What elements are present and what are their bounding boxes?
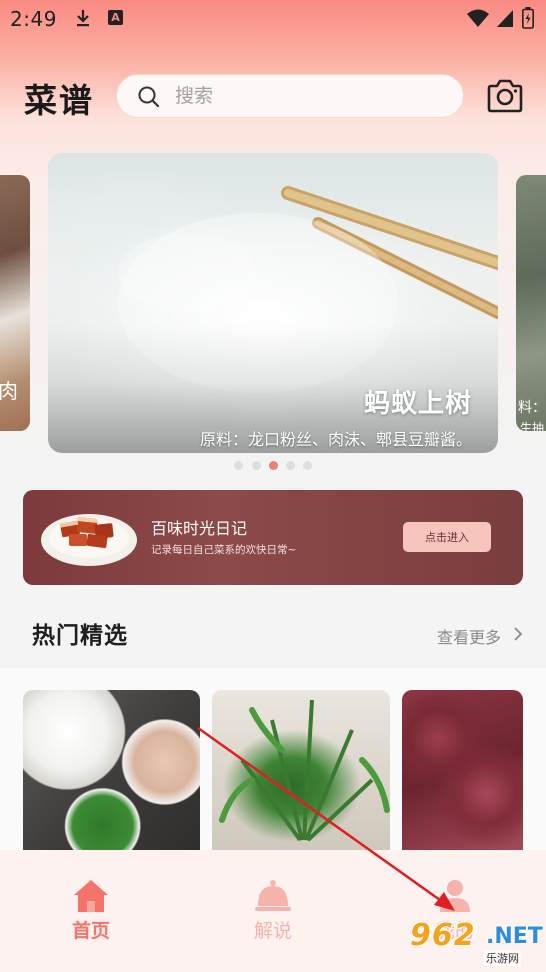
braised-pork-plate-image	[41, 514, 137, 566]
diary-enter-button[interactable]: 点击进入	[403, 522, 491, 552]
section-title-hot-picks: 热门精选	[32, 623, 128, 649]
carousel-dot	[303, 461, 312, 470]
card-title: 蚂蚁上树	[363, 389, 472, 419]
carousel-current-card[interactable]: 蚂蚁上树 原料：龙口粉丝、肉沫、郫县豆瓣酱。	[48, 153, 498, 453]
carousel-dot-active	[269, 461, 278, 470]
search-bar[interactable]	[116, 74, 464, 118]
nav-home-label: 首页	[71, 920, 110, 942]
search-icon	[138, 86, 160, 108]
carousel-next-card[interactable]: 料：红 生抽	[516, 175, 546, 431]
chevron-right-icon[interactable]	[513, 626, 523, 642]
watermark-number: 962	[410, 918, 476, 953]
nav-explain[interactable]: 解说	[243, 878, 303, 948]
carousel-prev-card-text: 肉	[0, 379, 18, 403]
diary-title: 百味时光日记	[151, 519, 248, 538]
see-more-link[interactable]: 查看更多	[437, 624, 501, 648]
card-ingredients: 原料：龙口粉丝、肉沫、郫县豆瓣酱。	[199, 430, 472, 449]
wifi-icon	[467, 9, 489, 27]
recipe-thumbnail[interactable]	[23, 690, 200, 850]
diary-subtitle: 记录每日自己菜系的欢快日常~	[151, 544, 297, 556]
page-title: 菜谱	[24, 81, 94, 120]
carousel-dot	[286, 461, 295, 470]
site-watermark: 962 .NET 乐游网	[410, 918, 543, 968]
carousel-next-card-text: 料：红	[518, 400, 546, 416]
carousel-dot	[252, 461, 261, 470]
nav-explain-label: 解说	[253, 920, 292, 942]
nav-home[interactable]: 首页	[61, 878, 121, 948]
search-input[interactable]	[175, 75, 445, 117]
camera-icon[interactable]	[486, 78, 524, 114]
diary-banner[interactable]: 百味时光日记 记录每日自己菜系的欢快日常~ 点击进入	[23, 490, 523, 585]
recipe-thumbnail[interactable]	[212, 690, 390, 850]
greens-photo	[219, 699, 390, 842]
signal-icon	[497, 10, 513, 27]
person-icon	[440, 880, 470, 912]
home-icon	[74, 880, 108, 912]
recipe-thumbnail[interactable]	[402, 690, 523, 850]
carousel-prev-card[interactable]: 肉	[0, 175, 30, 431]
cloche-icon	[255, 880, 291, 911]
a-badge-icon: A	[108, 10, 123, 25]
watermark-domain: .NET	[486, 924, 543, 949]
carousel-dot	[234, 461, 243, 470]
battery-icon	[522, 7, 534, 29]
status-time: 2:49	[10, 7, 57, 31]
watermark-site-name: 乐游网	[484, 950, 521, 966]
carousel-indicator	[234, 461, 314, 471]
download-icon	[77, 10, 89, 27]
carousel-next-card-text-2: 生抽	[520, 421, 545, 431]
status-bar: 2:49 A	[0, 0, 546, 36]
